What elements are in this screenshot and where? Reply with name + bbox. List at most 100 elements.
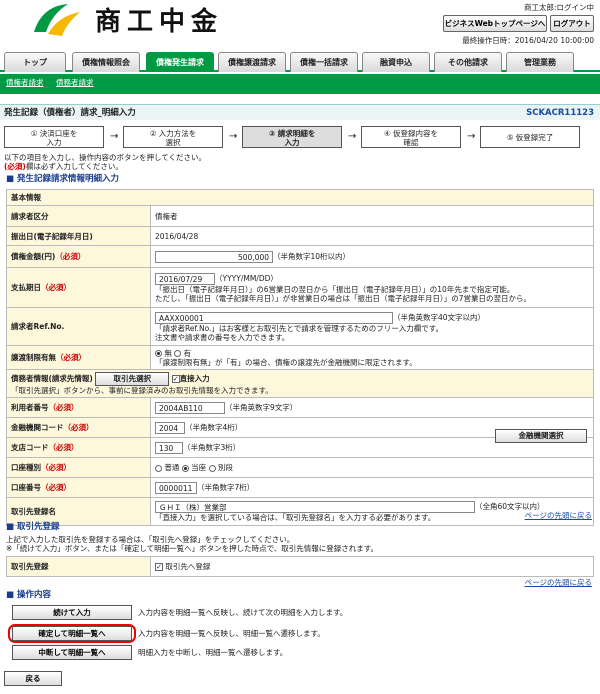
account-type-current-label: 当座: [191, 463, 207, 472]
step-arrow-icon: →: [229, 131, 238, 142]
bank-code-hint: （半角数字4桁）: [185, 422, 243, 432]
step-3-label: ③ 請求明細を 入力: [268, 129, 316, 147]
account-type-special-radio[interactable]: [208, 464, 216, 472]
logo-text: 商工中金: [95, 7, 224, 37]
continue-input-button[interactable]: 続けて入力: [12, 605, 132, 620]
account-type-current-radio[interactable]: [181, 464, 189, 472]
page-top-link[interactable]: ページの先頭に戻る: [525, 578, 592, 587]
user-name: 商工太郎:ログイン中: [523, 3, 594, 12]
account-type-ordinary-label: 普通: [164, 463, 180, 472]
step-arrow-icon: →: [348, 131, 357, 142]
transfer-yes-radio[interactable]: [174, 350, 182, 357]
top-page-button[interactable]: ビジネスWebトップページへ: [443, 15, 547, 32]
ref-no-note2: 注文書や請求書の番号を入力できます。: [155, 332, 290, 342]
due-date-input[interactable]: 2016/07/29: [155, 272, 215, 285]
confirm-to-list-button[interactable]: 確定して明細一覧へ: [12, 626, 132, 641]
transfer-none-radio[interactable]: [155, 350, 162, 357]
continue-input-desc: 入力内容を明細一覧へ反映し、続けて次の明細を入力します。: [138, 608, 348, 617]
subnav-creditor-request[interactable]: 債権者請求: [6, 78, 44, 87]
step-5: ⑤ 仮登録完了: [480, 126, 580, 148]
account-no-input[interactable]: 0000011: [155, 481, 197, 494]
transfer-none-label: 無: [164, 348, 172, 358]
logout-button[interactable]: ログアウト: [550, 15, 594, 32]
tab-other-request[interactable]: その他請求: [434, 52, 502, 72]
partner-registration-label: 取引先登録: [6, 556, 151, 577]
select-partner-button[interactable]: 取引先選択: [95, 372, 170, 386]
tab-top[interactable]: トップ: [4, 52, 66, 72]
partner-registration-check-label: 取引先へ登録: [165, 562, 211, 571]
due-date-hint: （YYYY/MM/DD）: [215, 273, 278, 283]
partner-name-input[interactable]: ＧＨＩ（株）営業部: [155, 501, 475, 513]
page-top-link[interactable]: ページの先頭に戻る: [525, 511, 592, 520]
user-no-hint: （半角英数字9文字）: [225, 402, 298, 412]
direct-input-label: 直接入力: [179, 374, 210, 383]
basic-info-header: 基本情報: [6, 189, 594, 206]
tab-issue-request[interactable]: 債権発生請求: [146, 52, 214, 72]
step-arrow-icon: →: [467, 131, 476, 142]
required-mark: （必須）: [55, 252, 86, 261]
account-type-special-label: 別段: [217, 463, 233, 472]
required-mark: （必須）: [63, 423, 94, 432]
ref-no-label: 請求者Ref.No.: [6, 307, 151, 346]
transfer-note: 「譲渡制限有無」が「有」の場合、債権の譲渡先が金融機関に限定されます。: [155, 357, 417, 367]
account-type-label: 口座種別: [11, 463, 41, 472]
step-1-label: ① 決済口座を 入力: [30, 129, 78, 147]
step-2: ② 入力方法を 選択: [123, 126, 223, 148]
section-title-partner-registration: 取引先登録: [6, 522, 60, 533]
debtor-note: 「取引先選択」ボタンから、事前に登録済みのお取引先情報を入力できます。: [11, 386, 273, 395]
section-title-operations: 操作内容: [6, 590, 51, 601]
ref-no-input[interactable]: AAXX00001: [155, 311, 393, 324]
amount-label: 債権金額(円): [11, 252, 56, 261]
issue-date-label: 振出日(電子記録年月日): [6, 226, 151, 246]
step-4-label: ④ 仮登録内容を 確認: [383, 129, 439, 147]
confirm-to-list-desc: 入力内容を明細一覧へ反映し、明細一覧へ遷移します。: [138, 629, 325, 638]
detail-input-form: 基本情報 請求者区分 債権者 振出日(電子記録年月日) 2016/04/28 債権金…: [6, 189, 594, 526]
partner-name-hint: （全角60文字以内）: [475, 502, 545, 511]
bank-select-button[interactable]: 金融機関選択: [495, 429, 587, 443]
ref-no-hint: （半角英数字40文字以内）: [393, 312, 486, 322]
transfer-yes-label: 有: [183, 348, 192, 358]
intro-line1: 以下の項目を入力し、操作内容のボタンを押してください。: [4, 153, 207, 162]
due-date-note1: 「振出日（電子記録年月日）」の6営業日の翌日から「振出日（電子記録年月日）」の1…: [155, 284, 515, 294]
account-no-hint: （半角数字7桁）: [197, 482, 255, 492]
bank-code-label: 金融機関コード: [11, 423, 64, 432]
step-5-label: ⑤ 仮登録完了: [506, 133, 554, 142]
branch-code-label: 支店コード: [11, 443, 49, 452]
required-mark: （必須）: [41, 463, 71, 472]
intro-line2: 欄は必ず入力してください。: [25, 162, 123, 171]
required-mark: （必須）: [41, 283, 71, 292]
tab-claim-inquiry[interactable]: 債権情報照会: [72, 52, 140, 72]
user-no-input[interactable]: 2004AB110: [155, 401, 225, 414]
last-operation-time: 最終操作日時：2016/04/20 10:00:00: [462, 36, 594, 45]
page-title: 発生記録（債権者）請求_明細入力: [4, 108, 136, 118]
due-date-label: 支払期日: [11, 283, 41, 292]
transfer-restriction-label: 譲渡制限有無: [11, 353, 56, 362]
step-4: ④ 仮登録内容を 確認: [361, 126, 461, 148]
tab-management[interactable]: 管理業務: [506, 52, 574, 72]
bank-code-input[interactable]: 2004: [155, 421, 185, 434]
tab-bulk-request[interactable]: 債権一括請求: [290, 52, 358, 72]
account-type-ordinary-radio[interactable]: [155, 464, 162, 472]
required-mark: (必須): [4, 162, 26, 171]
section-title-detail-input: 発生記録請求情報明細入力: [6, 174, 119, 185]
user-no-label: 利用者番号: [11, 403, 49, 412]
partner-registration-desc1: 上記で入力した取引先を登録する場合は、「取引先へ登録」をチェックしてください。: [6, 535, 295, 544]
requester-type-value: 債権者: [150, 205, 594, 227]
account-no-label: 口座番号: [11, 483, 41, 492]
branch-code-input[interactable]: 130: [155, 441, 183, 454]
due-date-note2: ただし、「振出日（電子記録年月日）」が非営業日の場合は「振出日（電子記録年月日）…: [155, 293, 532, 303]
required-mark: （必須）: [48, 403, 79, 412]
screen-code: SCKACR11123: [526, 108, 594, 118]
subnav-debtor-request[interactable]: 債務者請求: [56, 78, 94, 87]
back-button[interactable]: 戻る: [4, 671, 62, 686]
tab-transfer-request[interactable]: 債権譲渡請求: [218, 52, 286, 72]
partner-registration-checkbox[interactable]: ✓: [155, 563, 163, 571]
issue-date-value: 2016/04/28: [150, 226, 594, 246]
page-title-bar: 発生記録（債権者）請求_明細入力 SCKACR11123: [0, 104, 600, 120]
direct-input-checkbox[interactable]: ✓: [171, 375, 180, 383]
shokochukin-logo-icon: [34, 4, 80, 36]
tab-loan-application[interactable]: 融資申込: [362, 52, 430, 72]
suspend-to-list-button[interactable]: 中断して明細一覧へ: [12, 645, 132, 660]
amount-input[interactable]: 500,000: [155, 250, 273, 263]
required-mark: （必須）: [48, 443, 79, 452]
